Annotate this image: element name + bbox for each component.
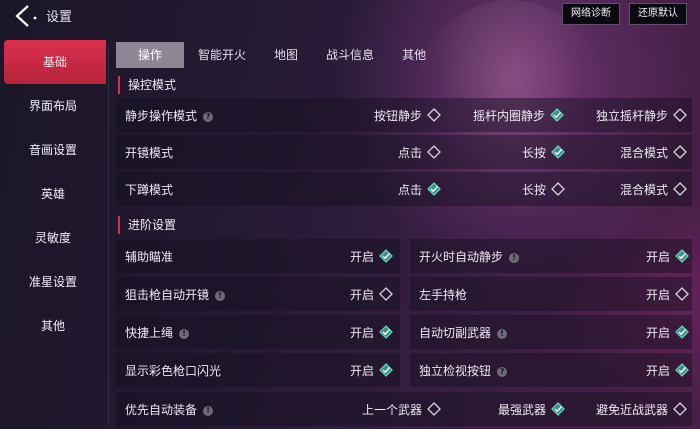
setting-label: 快捷上绳! — [116, 324, 190, 341]
toggle-aim-assist[interactable]: 开启 — [350, 239, 393, 273]
option-avoid-melee[interactable]: 避免近战武器 — [596, 392, 687, 426]
tab-map[interactable]: 地图 — [260, 42, 312, 68]
toggle-inspect-button[interactable]: 开启 — [646, 353, 689, 387]
toggle-auto-switch-secondary[interactable]: 开启 — [646, 315, 689, 349]
unchecked-box-icon — [673, 402, 687, 416]
unchecked-box-icon — [673, 182, 687, 196]
tab-bar: 操作 智能开火 地图 战斗信息 其他 — [116, 42, 440, 68]
tab-battle-info[interactable]: 战斗信息 — [312, 42, 388, 68]
sidebar-item-sensitivity[interactable]: 灵敏度 — [0, 216, 106, 260]
setting-row-quick-rope: 快捷上绳! 开启 — [116, 315, 400, 349]
network-diagnose-button[interactable]: 网络诊断 — [562, 3, 620, 25]
setting-label: 辅助瞄准 — [125, 249, 174, 264]
setting-row-inspect-button: 独立检视按钮? 开启 — [410, 353, 692, 387]
unchecked-box-icon — [673, 145, 687, 159]
sidebar: 基础 界面布局 音画设置 英雄 灵敏度 准星设置 其他 — [0, 40, 106, 370]
toggle-sniper-auto-scope[interactable]: 开启 — [350, 277, 393, 311]
checked-box-icon — [379, 249, 393, 263]
restore-defaults-button[interactable]: 还原默认 — [629, 3, 687, 25]
toggle-left-hand[interactable]: 开启 — [646, 277, 689, 311]
checked-box-icon — [551, 145, 565, 159]
chevron-left-icon — [15, 5, 37, 27]
setting-label: 下蹲模式 — [125, 182, 174, 197]
info-icon[interactable]: ! — [215, 290, 226, 301]
setting-row-muzzle-flash: 显示彩色枪口闪光 开启 — [116, 353, 400, 387]
tab-smart-fire[interactable]: 智能开火 — [184, 42, 260, 68]
setting-label: 显示彩色枪口闪光 — [125, 363, 222, 378]
setting-label: 狙击枪自动开镜! — [116, 286, 226, 303]
setting-label: 开火时自动静步! — [410, 248, 520, 265]
unchecked-box-icon — [379, 287, 393, 301]
back-button[interactable] — [10, 4, 40, 28]
info-icon[interactable]: ! — [497, 328, 508, 339]
checked-box-icon — [427, 182, 441, 196]
option-joystick-inner-quiet[interactable]: 摇杆内圈静步 — [473, 98, 564, 132]
setting-label: 自动切副武器! — [410, 324, 508, 341]
setting-label: 静步操作模式? — [116, 107, 214, 124]
setting-row-quiet-step: 静步操作模式? 按钮静步 摇杆内圈静步 独立摇杆静步 — [116, 98, 692, 132]
info-icon[interactable]: ! — [203, 405, 214, 416]
top-bar: 设置 网络诊断 还原默认 — [0, 0, 700, 32]
setting-row-auto-equip-priority: 优先自动装备! 上一个武器 最强武器 避免近战武器 — [116, 392, 692, 426]
option-crouch-hold[interactable]: 长按 — [522, 172, 565, 206]
sidebar-item-crosshair[interactable]: 准星设置 — [0, 260, 106, 304]
checked-box-icon — [379, 325, 393, 339]
unchecked-box-icon — [551, 182, 565, 196]
info-icon[interactable]: ! — [509, 252, 520, 263]
sidebar-item-hero[interactable]: 英雄 — [0, 172, 106, 216]
sidebar-item-other[interactable]: 其他 — [0, 304, 106, 348]
option-crouch-mixed[interactable]: 混合模式 — [620, 172, 687, 206]
option-scope-click[interactable]: 点击 — [398, 135, 441, 169]
option-crouch-click[interactable]: 点击 — [398, 172, 441, 206]
sidebar-item-basic[interactable]: 基础 — [4, 40, 106, 84]
unchecked-box-icon — [673, 108, 687, 122]
checked-box-icon — [675, 325, 689, 339]
option-scope-hold[interactable]: 长按 — [522, 135, 565, 169]
unchecked-box-icon — [675, 287, 689, 301]
toggle-quick-rope[interactable]: 开启 — [350, 315, 393, 349]
toggle-muzzle-flash[interactable]: 开启 — [350, 353, 393, 387]
option-strongest-weapon[interactable]: 最强武器 — [498, 392, 565, 426]
unchecked-box-icon — [427, 108, 441, 122]
option-independent-joystick-quiet[interactable]: 独立摇杆静步 — [596, 98, 687, 132]
unchecked-box-icon — [427, 402, 441, 416]
page-title: 设置 — [46, 10, 73, 25]
option-previous-weapon[interactable]: 上一个武器 — [362, 392, 441, 426]
help-icon[interactable]: ? — [497, 366, 508, 377]
toggle-fire-auto-quiet[interactable]: 开启 — [646, 239, 689, 273]
checked-box-icon — [675, 363, 689, 377]
section-title-advanced: 进阶设置 — [118, 216, 176, 234]
setting-label: 优先自动装备! — [116, 401, 214, 418]
setting-row-fire-auto-quiet: 开火时自动静步! 开启 — [410, 239, 692, 273]
help-icon[interactable]: ? — [203, 111, 214, 122]
setting-label: 独立检视按钮? — [410, 362, 508, 379]
setting-row-sniper-auto-scope: 狙击枪自动开镜! 开启 — [116, 277, 400, 311]
section-title-control: 操控模式 — [118, 76, 176, 94]
setting-row-aim-assist: 辅助瞄准 开启 — [116, 239, 400, 273]
info-icon[interactable]: ! — [179, 328, 190, 339]
sidebar-item-audio-video[interactable]: 音画设置 — [0, 128, 106, 172]
checked-box-icon — [675, 249, 689, 263]
unchecked-box-icon — [427, 145, 441, 159]
setting-label: 左手持枪 — [419, 287, 468, 302]
option-button-quiet[interactable]: 按钮静步 — [374, 98, 441, 132]
setting-row-left-hand: 左手持枪 开启 — [410, 277, 692, 311]
checked-box-icon — [379, 363, 393, 377]
checked-box-icon — [551, 402, 565, 416]
setting-row-scope-mode: 开镜模式 点击 长按 混合模式 — [116, 135, 692, 169]
setting-label: 开镜模式 — [125, 145, 174, 160]
sidebar-divider — [108, 46, 109, 424]
setting-row-auto-switch-secondary: 自动切副武器! 开启 — [410, 315, 692, 349]
option-scope-mixed[interactable]: 混合模式 — [620, 135, 687, 169]
setting-row-crouch-mode: 下蹲模式 点击 长按 混合模式 — [116, 172, 692, 206]
sidebar-item-layout[interactable]: 界面布局 — [0, 84, 106, 128]
tab-operation[interactable]: 操作 — [116, 42, 185, 68]
checked-box-icon — [550, 108, 564, 122]
tab-other[interactable]: 其他 — [388, 42, 440, 68]
